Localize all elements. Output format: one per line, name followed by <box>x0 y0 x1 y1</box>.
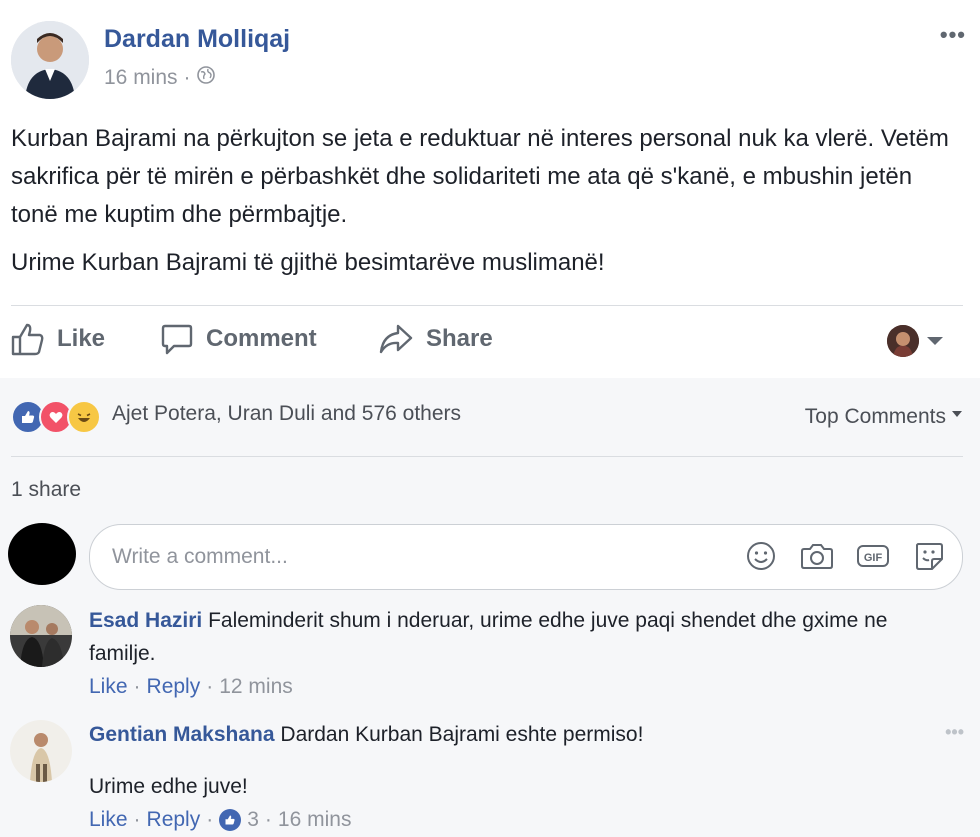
meta-separator: · <box>183 66 191 89</box>
commenter-avatar[interactable] <box>10 720 72 782</box>
post-meta: 16 mins · <box>104 66 215 90</box>
post-body: Kurban Bajrami na përkujton se jeta e re… <box>11 120 961 292</box>
commenter-name[interactable]: Esad Haziri <box>89 609 202 632</box>
thumbs-up-icon <box>11 322 45 356</box>
svg-text:GIF: GIF <box>864 552 883 564</box>
post-options-icon[interactable]: ••• <box>940 22 966 48</box>
share-button[interactable]: Share <box>378 322 493 356</box>
comment-text: Faleminderit shum i nderuar, urime edhe … <box>89 609 888 665</box>
current-user-avatar <box>8 523 76 585</box>
caret-down-icon <box>952 411 962 417</box>
comment-composer[interactable]: Write a comment... GIF <box>89 524 963 590</box>
reaction-summary[interactable]: Ajet Potera, Uran Duli and 576 others <box>112 402 461 426</box>
sticker-icon[interactable] <box>912 539 946 573</box>
commenter-name[interactable]: Gentian Makshana <box>89 723 275 746</box>
comment-like-button[interactable]: Like <box>89 675 128 699</box>
author-name[interactable]: Dardan Molliqaj <box>104 25 290 54</box>
comment-reply-button[interactable]: Reply <box>147 675 201 699</box>
comment-2-line2: Urime edhe juve! <box>89 775 248 798</box>
comment-like-count[interactable]: 3 <box>247 808 259 832</box>
commenter-avatar[interactable] <box>10 605 72 667</box>
comment-input[interactable]: Write a comment... <box>112 545 288 569</box>
smiley-icon[interactable] <box>744 539 778 573</box>
comment-icon <box>160 322 194 356</box>
camera-icon[interactable] <box>800 539 834 573</box>
divider <box>11 456 963 457</box>
gif-icon[interactable]: GIF <box>856 539 890 573</box>
post-time[interactable]: 16 mins <box>104 66 178 90</box>
share-arrow-icon <box>378 322 414 356</box>
author-avatar[interactable] <box>11 21 89 99</box>
globe-icon[interactable] <box>196 66 215 90</box>
share-label: Share <box>426 325 493 352</box>
comment-time[interactable]: 12 mins <box>219 675 293 699</box>
comment-sort-dropdown[interactable]: Top Comments <box>805 405 962 429</box>
comment-options-icon[interactable]: ••• <box>945 722 964 743</box>
comment-2: Gentian Makshana Dardan Kurban Bajrami e… <box>89 718 929 751</box>
post-as-selector[interactable] <box>887 325 943 357</box>
chevron-down-icon <box>927 337 943 345</box>
comment-sort-label: Top Comments <box>804 405 946 428</box>
like-label: Like <box>57 325 106 352</box>
like-button[interactable]: Like <box>11 322 105 356</box>
divider <box>11 305 963 306</box>
comment-text: Dardan Kurban Bajrami eshte permiso! <box>280 723 644 746</box>
viewer-avatar <box>887 325 919 357</box>
comment-2-actions: Like · Reply · 3 · 16 mins <box>89 808 352 832</box>
comment-label: Comment <box>206 325 317 352</box>
comment-button[interactable]: Comment <box>160 322 317 356</box>
comment-like-button[interactable]: Like <box>89 808 128 832</box>
post-paragraph-2: Urime Kurban Bajrami të gjithë besimtarë… <box>11 249 605 276</box>
comment-reply-button[interactable]: Reply <box>147 808 201 832</box>
reaction-icons[interactable] <box>11 400 101 434</box>
comment-1: Esad Haziri Faleminderit shum i nderuar,… <box>89 604 939 670</box>
composer-tools: GIF <box>744 539 946 573</box>
post-paragraph-1: Kurban Bajrami na përkujton se jeta e re… <box>11 125 949 228</box>
comment-time[interactable]: 16 mins <box>278 808 352 832</box>
comment-1-actions: Like · Reply · 12 mins <box>89 675 293 699</box>
share-count[interactable]: 1 share <box>11 478 81 502</box>
like-count-icon <box>219 809 242 831</box>
haha-reaction-icon <box>67 400 101 434</box>
